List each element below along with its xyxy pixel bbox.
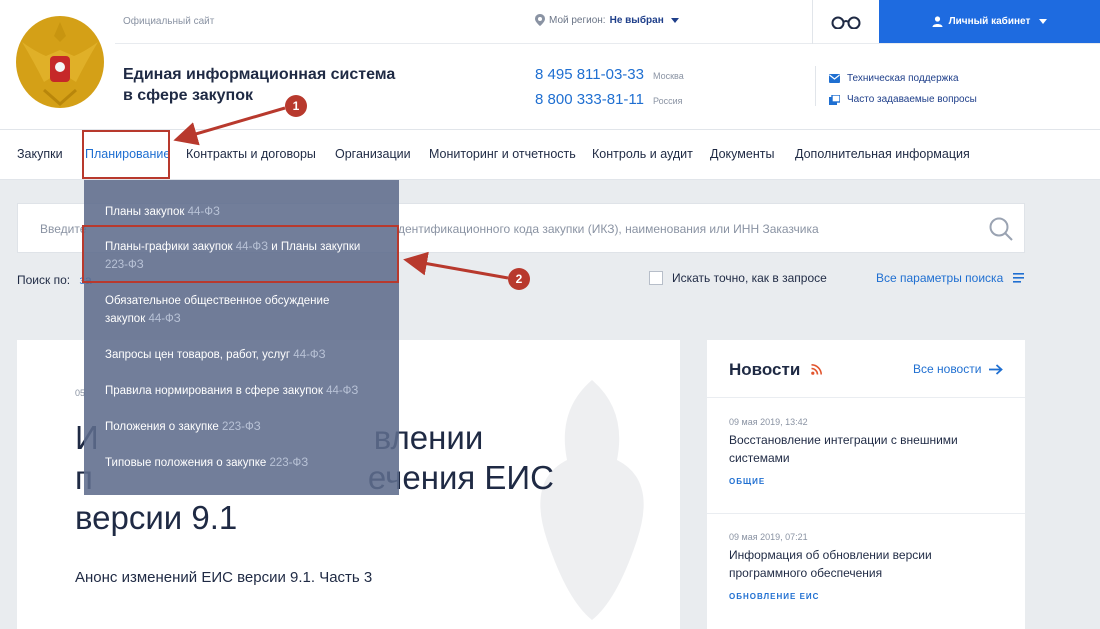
news-item[interactable]: 09 мая 2019, 13:42 Восстановление интегр… xyxy=(707,399,1025,514)
law-tag: 223-ФЗ xyxy=(269,457,309,469)
exact-search-option[interactable]: Искать точно, как в запросе xyxy=(649,271,827,285)
faq-icon xyxy=(829,94,840,105)
divider xyxy=(815,66,816,106)
region-selector[interactable]: Мой регион: Не выбран xyxy=(535,14,679,26)
news-text[interactable]: Восстановление интеграции с внешними сис… xyxy=(729,431,989,467)
nav-item-additional-info[interactable]: Дополнительная информация xyxy=(795,130,970,180)
nav-item-purchases[interactable]: Закупки xyxy=(17,130,63,180)
location-pin-icon xyxy=(535,14,545,26)
featured-title-line-3: версии 9.1 xyxy=(75,499,238,536)
all-search-params-link[interactable]: Все параметры поиска xyxy=(876,271,1025,285)
phone-row: 8 800 333-81-11 Россия xyxy=(535,91,684,116)
arrow-right-icon xyxy=(989,363,1004,375)
law-tag: 44-ФЗ xyxy=(293,349,326,361)
news-panel: Новости Все новости 09 мая 2019, 13:42 В… xyxy=(707,340,1025,629)
personal-cabinet-button[interactable]: Личный кабинет xyxy=(879,0,1100,43)
menu-item-label: Типовые положения о закупке xyxy=(105,457,270,469)
nav-item-monitoring[interactable]: Мониторинг и отчетность xyxy=(429,130,576,180)
menu-item-procurement-regulations[interactable]: Положения о закупке 223-ФЗ xyxy=(105,418,390,436)
news-date: 09 мая 2019, 13:42 xyxy=(729,417,808,427)
menu-item-model-regulations[interactable]: Типовые положения о закупке 223-ФЗ xyxy=(105,454,390,472)
tech-support-label: Техническая поддержка xyxy=(847,73,959,84)
region-label: Мой регион: xyxy=(549,14,606,26)
featured-subtitle: Анонс изменений ЕИС версии 9.1. Часть 3 xyxy=(75,569,373,586)
callout-highlight-plan-schedules xyxy=(82,225,399,283)
menu-item-procurement-plans[interactable]: Планы закупок 44-ФЗ xyxy=(105,203,390,221)
accessibility-button[interactable] xyxy=(812,0,878,44)
menu-item-label: Обязательное общественное обсуждение xyxy=(105,295,330,307)
tech-support-link[interactable]: Техническая поддержка xyxy=(829,68,977,89)
nav-item-documents[interactable]: Документы xyxy=(710,130,774,180)
region-value[interactable]: Не выбран xyxy=(610,15,664,26)
menu-item-public-discussion[interactable]: Обязательное общественное обсуждение зак… xyxy=(105,292,390,328)
news-tag[interactable]: ОБНОВЛЕНИЕ ЕИС xyxy=(729,592,819,601)
law-tag: 44-ФЗ xyxy=(148,313,181,325)
phone-number[interactable]: 8 800 333-81-11 xyxy=(535,91,653,108)
callout-badge-2: 2 xyxy=(508,268,530,290)
faq-link[interactable]: Часто задаваемые вопросы xyxy=(829,89,977,110)
glasses-icon xyxy=(831,16,860,29)
law-tag: 44-ФЗ xyxy=(326,385,359,397)
exact-search-checkbox[interactable] xyxy=(649,271,663,285)
search-placeholder-start: Введите xyxy=(40,222,87,236)
coat-of-arms-logo[interactable] xyxy=(14,12,106,112)
menu-item-label: Запросы цен товаров, работ, услуг xyxy=(105,349,294,361)
search-icon[interactable] xyxy=(988,216,1014,242)
phone-row: 8 495 811-03-33 Москва xyxy=(535,66,684,91)
all-news-label: Все новости xyxy=(913,362,982,376)
chevron-down-icon xyxy=(670,17,679,23)
news-tag[interactable]: ОБЩИЕ xyxy=(729,477,765,486)
phone-city: Москва xyxy=(653,71,684,81)
news-title: Новости xyxy=(729,360,801,379)
support-links: Техническая поддержка Часто задаваемые в… xyxy=(829,68,977,110)
news-text[interactable]: Информация об обновлении версии программ… xyxy=(729,546,989,582)
callout-badge-1: 1 xyxy=(285,95,307,117)
law-tag: 44-ФЗ xyxy=(187,206,220,218)
exact-search-label: Искать точно, как в запросе xyxy=(672,271,827,285)
site-header: Официальный сайт Мой регион: Не выбран Л… xyxy=(0,0,1100,130)
menu-item-label: Планы закупок xyxy=(105,206,188,218)
rss-icon[interactable] xyxy=(811,364,822,375)
search-by: Поиск по: за xyxy=(17,273,92,287)
site-title-line-1: Единая информационная система xyxy=(123,66,396,83)
callout-highlight-planning xyxy=(82,130,170,179)
news-date: 09 мая 2019, 07:21 xyxy=(729,532,808,542)
search-placeholder-end: дентификационного кода закупки (ИКЗ), на… xyxy=(398,222,819,236)
phone-list: 8 495 811-03-33 Москва 8 800 333-81-11 Р… xyxy=(535,66,684,116)
mail-icon xyxy=(829,74,840,83)
user-icon xyxy=(932,16,943,27)
site-title[interactable]: Единая информационная система в сфере за… xyxy=(123,64,423,106)
all-search-params-label: Все параметры поиска xyxy=(876,271,1004,285)
personal-cabinet-label: Личный кабинет xyxy=(948,16,1031,27)
all-news-link[interactable]: Все новости xyxy=(913,362,1004,376)
menu-item-label: Положения о закупке xyxy=(105,421,222,433)
menu-item-price-requests[interactable]: Запросы цен товаров, работ, услуг 44-ФЗ xyxy=(105,346,390,364)
phone-city: Россия xyxy=(653,96,683,106)
site-title-line-2: в сфере закупок xyxy=(123,87,253,104)
phone-number[interactable]: 8 495 811-03-33 xyxy=(535,66,653,83)
nav-item-organizations[interactable]: Организации xyxy=(335,130,411,180)
faq-label: Часто задаваемые вопросы xyxy=(847,94,977,105)
filter-lines-icon xyxy=(1013,273,1025,283)
official-site-label: Официальный сайт xyxy=(123,16,215,27)
law-tag: 223-ФЗ xyxy=(221,421,261,433)
nav-item-contracts[interactable]: Контракты и договоры xyxy=(186,130,316,180)
menu-item-rationing-rules[interactable]: Правила нормирования в сфере закупок 44-… xyxy=(105,382,390,400)
nav-item-control-audit[interactable]: Контроль и аудит xyxy=(592,130,693,180)
news-item[interactable]: 09 мая 2019, 07:21 Информация об обновле… xyxy=(707,514,1025,629)
menu-item-label: закупок xyxy=(105,313,149,325)
news-header: Новости Все новости xyxy=(707,340,1025,398)
search-by-label: Поиск по: xyxy=(17,273,71,287)
menu-item-label: Правила нормирования в сфере закупок xyxy=(105,385,327,397)
callout-arrow-2 xyxy=(403,251,509,280)
top-bar: Официальный сайт Мой регион: Не выбран Л… xyxy=(115,0,1100,44)
chevron-down-icon xyxy=(1039,19,1048,24)
